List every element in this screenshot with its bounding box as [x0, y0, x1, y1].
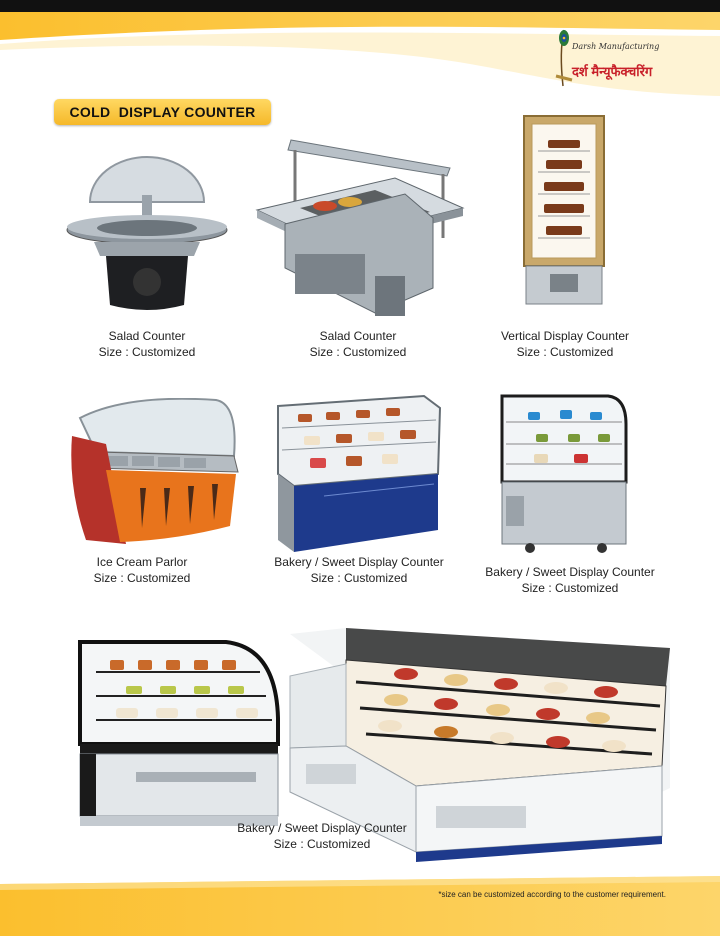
- product-image-vertical-display: [522, 114, 606, 306]
- product-image-ice-cream-parlor: [66, 398, 240, 546]
- footnote: *size can be customized according to the…: [438, 890, 666, 899]
- product-name: Ice Cream Parlor: [96, 555, 188, 569]
- brand-hindi-name: दर्श मैन्यूफैक्चरिंग: [572, 64, 653, 79]
- product-size: Size : Customized: [93, 571, 191, 585]
- product-size: Size : Customized: [516, 345, 614, 359]
- product-name: Salad Counter: [108, 329, 186, 343]
- product-image-salad-counter-round: [64, 150, 230, 315]
- product-name: Bakery / Sweet Display Counter: [237, 821, 407, 835]
- footer-wave: [0, 876, 720, 936]
- product-caption-1: Salad Counter Size : Customized: [64, 328, 230, 360]
- product-caption-5: Bakery / Sweet Display Counter Size : Cu…: [262, 554, 456, 586]
- company-logo: Darsh Manufacturing दर्श मैन्यूफैक्चरिंग: [552, 28, 672, 90]
- product-caption-3: Vertical Display Counter Size : Customiz…: [484, 328, 646, 360]
- product-caption-6: Bakery / Sweet Display Counter Size : Cu…: [470, 564, 670, 596]
- brand-script-name: Darsh Manufacturing: [572, 42, 660, 51]
- section-title-badge: COLD DISPLAY COUNTER: [54, 99, 271, 125]
- product-image-bakery-counter-3: [76, 638, 282, 830]
- product-caption-7: Bakery / Sweet Display Counter Size : Cu…: [222, 820, 422, 852]
- product-name: Bakery / Sweet Display Counter: [485, 565, 655, 579]
- peacock-feather-icon: [555, 29, 573, 87]
- product-size: Size : Customized: [98, 345, 196, 359]
- product-name: Salad Counter: [319, 329, 397, 343]
- header-black-strip: [0, 0, 720, 12]
- product-caption-4: Ice Cream Parlor Size : Customized: [74, 554, 210, 586]
- product-size: Size : Customized: [273, 837, 371, 851]
- product-size: Size : Customized: [521, 581, 619, 595]
- product-image-bakery-counter-2: [498, 392, 630, 556]
- product-image-bakery-counter-1: [274, 392, 442, 554]
- product-size: Size : Customized: [309, 345, 407, 359]
- product-name: Vertical Display Counter: [500, 329, 630, 343]
- product-name: Bakery / Sweet Display Counter: [274, 555, 444, 569]
- product-size: Size : Customized: [310, 571, 408, 585]
- product-image-salad-counter-bar: [255, 138, 465, 323]
- product-caption-2: Salad Counter Size : Customized: [270, 328, 446, 360]
